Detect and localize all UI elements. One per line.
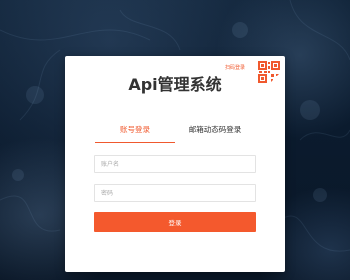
- password-input[interactable]: [94, 184, 256, 202]
- page-title: Api管理系统: [128, 75, 222, 94]
- tab-email-code-login[interactable]: 邮箱动态码登录: [175, 122, 255, 142]
- account-input[interactable]: [94, 155, 256, 173]
- login-button[interactable]: 登录: [94, 212, 256, 232]
- login-tabs: 账号登录 邮箱动态码登录: [95, 122, 255, 144]
- qr-login-hint[interactable]: 扫码登录: [225, 65, 245, 71]
- tab-account-login[interactable]: 账号登录: [95, 122, 175, 143]
- login-card: 扫码登录 Api管理系统 账号登录 邮箱动态码登录 账户名 登录: [65, 56, 285, 272]
